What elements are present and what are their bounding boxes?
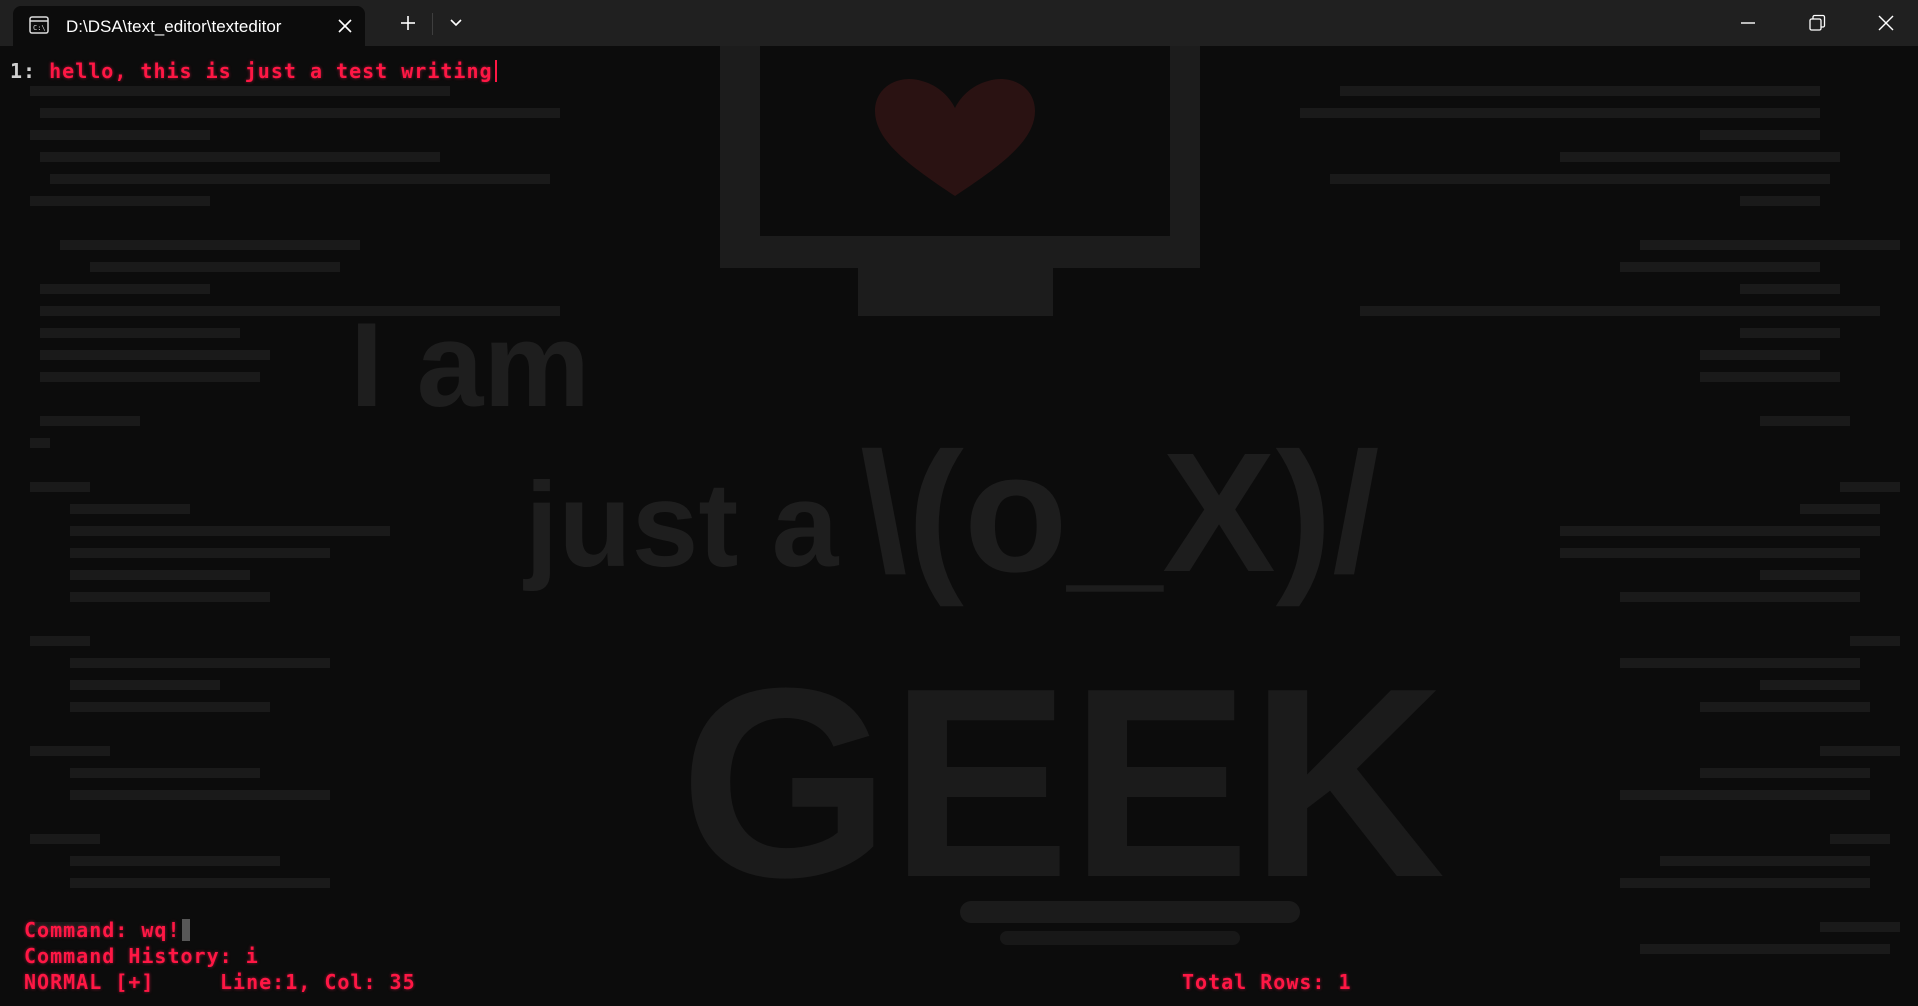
tab-title: D:\DSA\text_editor\texteditor (66, 17, 282, 36)
plus-icon (401, 16, 415, 30)
tab-separator (432, 13, 433, 35)
background-wallpaper: I am just a \(o_X)/ GEEK (30, 46, 1900, 954)
new-tab-button[interactable] (393, 9, 423, 37)
maximize-button[interactable] (1782, 0, 1852, 46)
command-line[interactable]: Command: wq! (24, 918, 190, 942)
editor-line[interactable]: 1: hello, this is just a test writing (10, 59, 497, 83)
close-icon (1878, 15, 1894, 31)
status-position: Line:1, Col: 35 (220, 970, 416, 994)
close-tab-icon[interactable] (335, 16, 355, 36)
profile-dropdown-button[interactable] (441, 9, 471, 37)
terminal-icon: C:\ (29, 16, 49, 34)
command-cursor (181, 919, 190, 941)
svg-text:C:\: C:\ (33, 24, 46, 32)
line-number: 1: (10, 59, 37, 83)
status-total-rows: Total Rows: 1 (1182, 970, 1352, 994)
line-text: hello, this is just a test writing (49, 59, 493, 83)
svg-text:\(o_X)/: \(o_X)/ (860, 418, 1379, 608)
svg-text:I am: I am (350, 298, 590, 432)
svg-text:just a: just a (523, 458, 840, 592)
restore-icon (1809, 14, 1826, 31)
svg-text:GEEK: GEEK (680, 633, 1445, 934)
text-cursor (494, 60, 497, 82)
title-bar: C:\ D:\DSA\text_editor\texteditor (0, 0, 1918, 46)
minimize-button[interactable] (1713, 0, 1783, 46)
command-text: Command: wq! (24, 918, 181, 942)
chevron-down-icon (450, 19, 462, 27)
status-mode: NORMAL [+] (24, 970, 155, 994)
minimize-icon (1741, 22, 1755, 24)
terminal-tab[interactable]: C:\ D:\DSA\text_editor\texteditor (13, 6, 365, 46)
close-window-button[interactable] (1851, 0, 1918, 46)
command-history: Command History: i (24, 944, 259, 968)
